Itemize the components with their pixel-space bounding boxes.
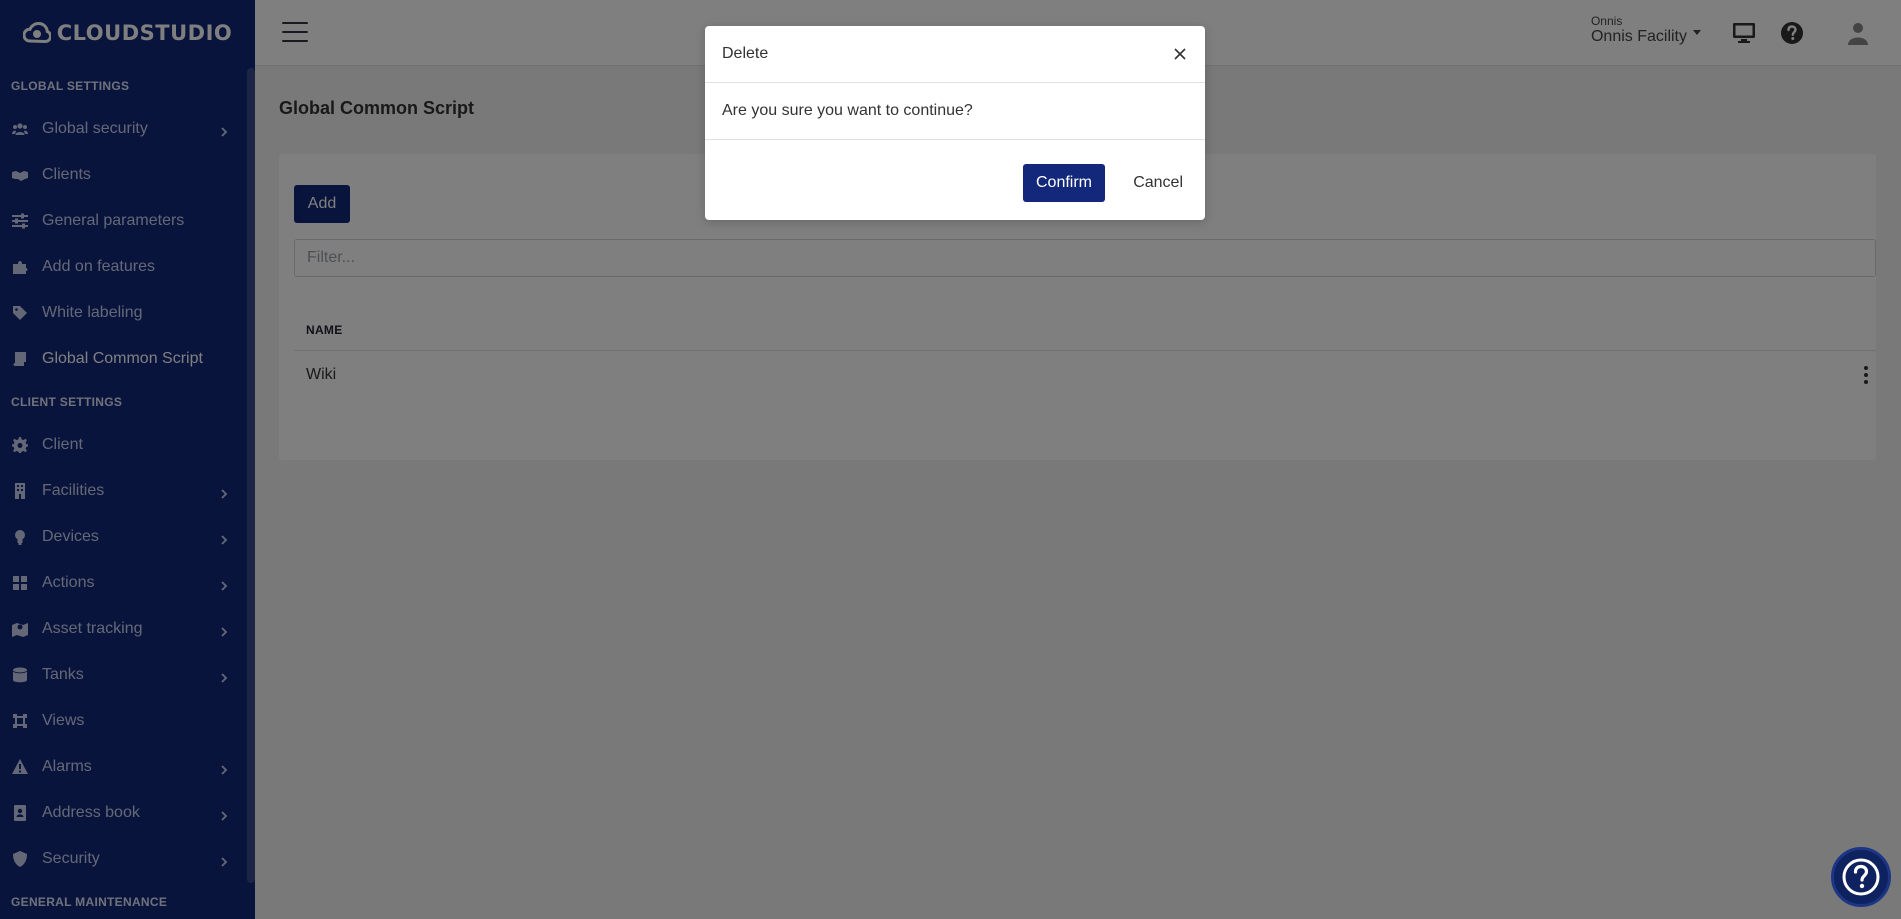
help-button[interactable] xyxy=(1831,847,1891,907)
modal-title: Delete xyxy=(722,45,769,62)
delete-modal: Delete Are you sure you want to continue… xyxy=(705,26,1205,220)
close-icon[interactable] xyxy=(1172,46,1188,62)
confirm-button[interactable]: Confirm xyxy=(1023,164,1105,202)
modal-header: Delete xyxy=(705,26,1205,83)
modal-message: Are you sure you want to continue? xyxy=(722,102,973,119)
modal-footer: Confirm Cancel xyxy=(705,140,1205,220)
question-icon xyxy=(1842,858,1880,896)
modal-body: Are you sure you want to continue? xyxy=(705,83,1205,140)
cancel-button[interactable]: Cancel xyxy=(1133,164,1183,202)
